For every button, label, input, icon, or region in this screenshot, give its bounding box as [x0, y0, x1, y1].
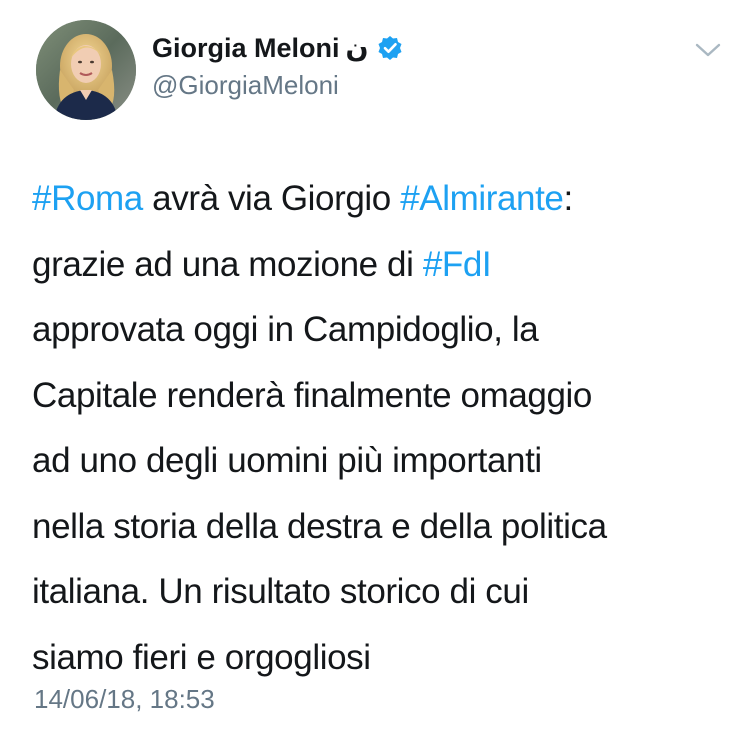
handle[interactable]: @GiorgiaMeloni	[152, 70, 403, 101]
verified-badge-icon	[377, 35, 403, 61]
tweet-text-line: italiana. Un risultato storico di cui	[32, 559, 722, 625]
hashtag-link[interactable]: #Almirante	[400, 179, 564, 218]
avatar[interactable]	[36, 20, 136, 120]
tweet-text-line: nella storia della destra e della politi…	[32, 494, 722, 560]
timestamp[interactable]: 14/06/18, 18:53	[34, 684, 215, 715]
display-name[interactable]: Giorgia Meloni	[152, 33, 340, 64]
avatar-photo	[36, 20, 136, 120]
name-glyph: ن	[345, 32, 369, 64]
display-name-row: Giorgia Meloni ن	[152, 28, 403, 68]
author-block: Giorgia Meloni ن @GiorgiaMeloni	[152, 28, 403, 101]
tweet-text-line: siamo fieri e orgogliosi	[32, 625, 722, 691]
tweet-text-line: grazie ad una mozione di #FdI	[32, 232, 722, 298]
tweet-text-line: ad uno degli uomini più importanti	[32, 428, 722, 494]
tweet-text-segment: Capitale renderà finalmente omaggio	[32, 375, 592, 415]
tweet-text-line: #Roma avrà via Giorgio #Almirante:	[32, 166, 722, 232]
chevron-down-icon[interactable]	[694, 40, 722, 60]
tweet-text-segment: :	[563, 179, 573, 218]
tweet-text-line: approvata oggi in Campidoglio, la	[32, 297, 722, 363]
tweet-text-segment: approvata oggi in Campidoglio, la	[32, 310, 539, 349]
tweet-text: #Roma avrà via Giorgio #Almirante: grazie…	[32, 166, 722, 690]
tweet-card: Giorgia Meloni ن @GiorgiaMeloni #Roma av…	[0, 0, 750, 741]
tweet-text-segment: ad uno degli uomini più importanti	[32, 441, 542, 480]
tweet-text-segment: italiana. Un risultato storico di cui	[32, 572, 529, 611]
hashtag-link[interactable]: #Roma	[32, 179, 143, 218]
tweet-text-segment: grazie ad una mozione di	[32, 244, 423, 284]
tweet-text-segment: avrà via Giorgio	[142, 179, 401, 218]
tweet-text-line: Capitale renderà finalmente omaggio	[32, 363, 722, 429]
hashtag-link[interactable]: #FdI	[423, 245, 492, 284]
tweet-text-segment: nella storia della destra e della politi…	[32, 506, 607, 546]
tweet-text-segment: siamo fieri e orgogliosi	[32, 637, 371, 677]
